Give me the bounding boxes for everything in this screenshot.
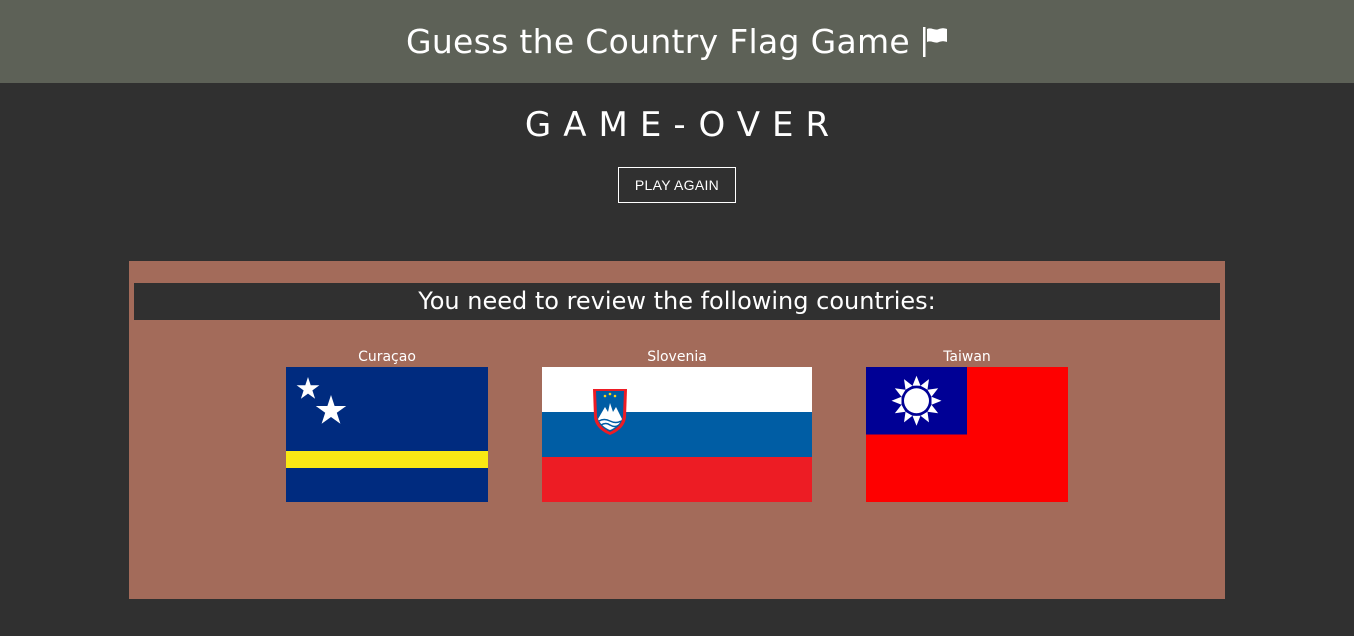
country-name: Taiwan [943,349,991,365]
app-header: Guess the Country Flag Game [0,0,1354,83]
curacao-flag-image [286,367,488,502]
country-name: Curaçao [358,349,416,365]
page-title: Guess the Country Flag Game [405,22,911,61]
review-card-curacao: Curaçao [286,347,488,502]
game-over-heading: GAME-OVER [524,105,842,145]
review-panel: You need to review the following countri… [129,261,1225,599]
play-again-button[interactable]: PLAY AGAIN [617,167,737,203]
country-name: Slovenia [647,349,707,365]
taiwan-flag-image [866,367,1068,502]
review-heading: You need to review the following countri… [134,283,1220,320]
review-card-taiwan: Taiwan [866,347,1068,502]
review-card-slovenia: Slovenia [542,347,812,502]
slovenia-flag-image [542,367,812,502]
flag-icon [922,26,948,58]
